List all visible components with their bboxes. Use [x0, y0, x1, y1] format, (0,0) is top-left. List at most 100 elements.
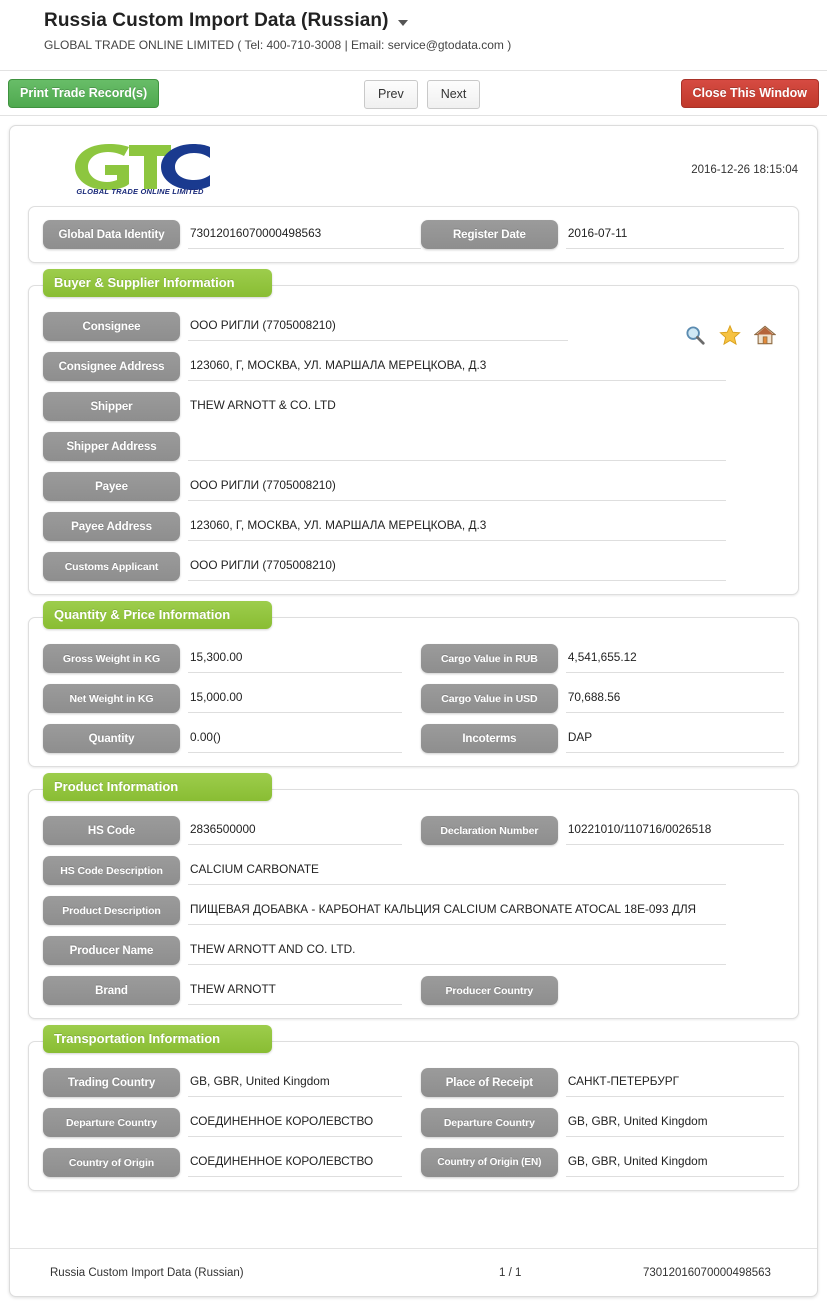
cargo-value-rub-value: 4,541,655.12 [565, 644, 784, 673]
star-icon[interactable] [719, 324, 741, 346]
brand-label: Brand [43, 976, 180, 1005]
quantity-label: Quantity [43, 724, 180, 753]
cargo-value-usd-field: Cargo Value in USD 70,688.56 [420, 684, 784, 713]
place-of-receipt-value: САНКТ-ПЕТЕРБУРГ [565, 1068, 784, 1097]
quantity-field: Quantity 0.00() [43, 724, 421, 753]
departure-country-en-value: GB, GBR, United Kingdom [565, 1108, 784, 1137]
cargo-value-usd-value: 70,688.56 [565, 684, 784, 713]
trade-record-document: GLOBAL TRADE ONLINE LIMITED 2016-12-26 1… [9, 125, 818, 1297]
next-button[interactable]: Next [426, 80, 481, 109]
field-row: Shipper THEW ARNOTT & CO. LTD [43, 392, 784, 421]
field-row: Producer Name THEW ARNOTT AND CO. LTD. [43, 936, 784, 965]
close-window-button[interactable]: Close This Window [680, 79, 819, 108]
field-row: Brand THEW ARNOTT Producer Country [43, 976, 784, 1005]
global-data-identity-value: 73012016070000498563 [188, 220, 421, 249]
payee-value: ООО РИГЛИ (7705008210) [188, 472, 726, 501]
buyer-supplier-section: Buyer & Supplier Information Consignee О… [28, 269, 799, 595]
producer-name-label: Producer Name [43, 936, 180, 965]
payee-address-label: Payee Address [43, 512, 180, 541]
place-of-receipt-label: Place of Receipt [420, 1068, 558, 1097]
shipper-label: Shipper [43, 392, 180, 421]
hs-code-value: 2836500000 [188, 816, 402, 845]
incoterms-label: Incoterms [420, 724, 558, 753]
declaration-number-label: Declaration Number [420, 816, 558, 845]
consignee-address-label: Consignee Address [43, 352, 180, 381]
declaration-number-value: 10221010/110716/0026518 [565, 816, 784, 845]
shipper-value: THEW ARNOTT & CO. LTD [190, 398, 336, 412]
gross-weight-value: 15,300.00 [188, 644, 402, 673]
company-contact-line: GLOBAL TRADE ONLINE LIMITED ( Tel: 400-7… [44, 38, 512, 52]
field-row: Net Weight in KG 15,000.00 Cargo Value i… [43, 684, 784, 713]
footer-dataset-name: Russia Custom Import Data (Russian) [50, 1266, 244, 1279]
footer-page-number: 1 / 1 [499, 1266, 522, 1279]
field-row: HS Code 2836500000 Declaration Number 10… [43, 816, 784, 845]
cargo-value-rub-field: Cargo Value in RUB 4,541,655.12 [420, 644, 784, 673]
payee-address-value: 123060, Г, МОСКВА, УЛ. МАРШАЛА МЕРЕЦКОВА… [188, 512, 726, 541]
trading-country-label: Trading Country [43, 1068, 180, 1097]
country-of-origin-field: Country of Origin СОЕДИНЕННОЕ КОРОЛЕВСТВ… [43, 1148, 421, 1177]
pagination-controls: Prev Next [364, 80, 481, 109]
footer-record-id: 73012016070000498563 [643, 1266, 771, 1279]
brand-value: THEW ARNOTT [188, 976, 402, 1005]
consignee-address-value: 123060, Г, МОСКВА, УЛ. МАРШАЛА МЕРЕЦКОВА… [188, 352, 726, 381]
departure-country-value: СОЕДИНЕННОЕ КОРОЛЕВСТВО [188, 1108, 402, 1137]
field-row: Country of Origin СОЕДИНЕННОЕ КОРОЛЕВСТВ… [43, 1148, 784, 1177]
shipper-address-value [188, 432, 726, 461]
country-of-origin-value: СОЕДИНЕННОЕ КОРОЛЕВСТВО [188, 1148, 402, 1177]
transportation-information-section: Transportation Information Trading Count… [28, 1025, 799, 1191]
producer-name-value: THEW ARNOTT AND CO. LTD. [188, 936, 726, 965]
customs-applicant-label: Customs Applicant [43, 552, 180, 581]
search-icon[interactable] [684, 324, 706, 346]
quantity-value: 0.00() [188, 724, 402, 753]
register-date-label: Register Date [420, 220, 558, 249]
departure-country-label: Departure Country [43, 1108, 180, 1137]
trading-country-value: GB, GBR, United Kingdom [188, 1068, 402, 1097]
producer-country-value [566, 976, 784, 1005]
document-footer: Russia Custom Import Data (Russian) 1 / … [10, 1248, 817, 1296]
register-date-field: Register Date 2016-07-11 [420, 220, 784, 249]
consignee-label: Consignee [43, 312, 180, 341]
identity-row: Global Data Identity 7301201607000049856… [43, 220, 784, 249]
hs-code-description-label: HS Code Description [43, 856, 180, 885]
transportation-information-section-title: Transportation Information [43, 1025, 272, 1053]
field-row: Quantity 0.00() Incoterms DAP [43, 724, 784, 753]
page-header: Russia Custom Import Data (Russian) GLOB… [0, 0, 827, 58]
declaration-number-field: Declaration Number 10221010/110716/00265… [420, 816, 784, 845]
print-trade-records-button[interactable]: Print Trade Record(s) [8, 79, 160, 108]
departure-country-field: Departure Country СОЕДИНЕННОЕ КОРОЛЕВСТВ… [43, 1108, 421, 1137]
document-timestamp: 2016-12-26 18:15:04 [691, 164, 798, 176]
field-row: HS Code Description CALCIUM CARBONATE [43, 856, 784, 885]
global-identity-section: Global Data Identity 7301201607000049856… [28, 206, 799, 263]
departure-country-en-field: Departure Country GB, GBR, United Kingdo… [420, 1108, 784, 1137]
caret-down-icon[interactable] [397, 20, 408, 26]
country-of-origin-en-label: Country of Origin (EN) [420, 1148, 558, 1177]
net-weight-field: Net Weight in KG 15,000.00 [43, 684, 421, 713]
incoterms-value: DAP [565, 724, 784, 753]
hs-code-label: HS Code [43, 816, 180, 845]
incoterms-field: Incoterms DAP [420, 724, 784, 753]
country-of-origin-en-value: GB, GBR, United Kingdom [565, 1148, 784, 1177]
producer-country-field: Producer Country [420, 976, 784, 1005]
gross-weight-label: Gross Weight in KG [43, 644, 180, 673]
field-row: Payee ООО РИГЛИ (7705008210) [43, 472, 784, 501]
field-row: Gross Weight in KG 15,300.00 Cargo Value… [43, 644, 784, 673]
trading-country-field: Trading Country GB, GBR, United Kingdom [43, 1068, 421, 1097]
field-row: Product Description ПИЩЕВАЯ ДОБАВКА - КА… [43, 896, 784, 925]
logo-subtitle: GLOBAL TRADE ONLINE LIMITED [76, 187, 204, 196]
country-of-origin-label: Country of Origin [43, 1148, 180, 1177]
net-weight-value: 15,000.00 [188, 684, 402, 713]
prev-button[interactable]: Prev [364, 80, 418, 109]
toolbar: Print Trade Record(s) Prev Next Close Th… [0, 71, 827, 115]
shipper-address-label: Shipper Address [43, 432, 180, 461]
consignee-value: ООО РИГЛИ (7705008210) [188, 312, 568, 341]
quantity-price-section: Quantity & Price Information Gross Weigh… [28, 601, 799, 767]
gross-weight-field: Gross Weight in KG 15,300.00 [43, 644, 421, 673]
product-information-section: Product Information HS Code 2836500000 D… [28, 773, 799, 1019]
field-row: Consignee ООО РИГЛИ (7705008210) [43, 312, 784, 341]
hs-code-field: HS Code 2836500000 [43, 816, 421, 845]
cargo-value-rub-label: Cargo Value in RUB [420, 644, 558, 673]
home-icon[interactable] [754, 324, 776, 346]
product-description-value: ПИЩЕВАЯ ДОБАВКА - КАРБОНАТ КАЛЬЦИЯ CALCI… [188, 896, 726, 925]
register-date-value: 2016-07-11 [565, 220, 784, 249]
global-data-identity-label: Global Data Identity [43, 220, 180, 249]
